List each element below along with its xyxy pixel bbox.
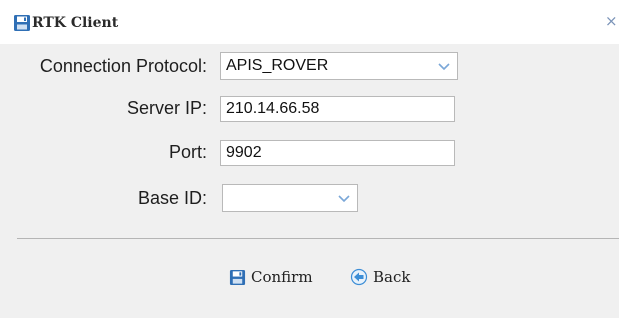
port-value: 9902 bbox=[226, 144, 262, 161]
chevron-down-icon[interactable] bbox=[333, 185, 355, 211]
footer-bar: Confirm Back bbox=[17, 239, 619, 318]
back-arrow-icon bbox=[350, 268, 368, 286]
title-bar[interactable]: RTK Client × bbox=[0, 0, 619, 44]
close-icon[interactable]: × bbox=[605, 11, 619, 31]
port-label: Port: bbox=[168, 142, 207, 162]
base-id-label: Base ID: bbox=[137, 188, 207, 208]
port-field[interactable]: 9902 bbox=[220, 140, 455, 166]
protocol-select[interactable]: APIS_ROVER bbox=[220, 52, 458, 80]
rtk-client-dialog: RTK Client × Connection Protocol: APIS_R… bbox=[0, 0, 619, 318]
confirm-label: Confirm bbox=[251, 268, 313, 286]
confirm-button[interactable]: Confirm bbox=[229, 266, 313, 288]
base-id-select[interactable] bbox=[222, 184, 358, 212]
protocol-row: Connection Protocol: APIS_ROVER bbox=[17, 52, 619, 80]
server-ip-value: 210.14.66.58 bbox=[226, 100, 320, 117]
server-ip-field[interactable]: 210.14.66.58 bbox=[220, 96, 455, 122]
save-icon bbox=[229, 269, 246, 285]
back-label: Back bbox=[373, 268, 411, 286]
server-ip-row: Server IP: 210.14.66.58 bbox=[17, 94, 619, 122]
base-id-row: Base ID: bbox=[17, 184, 619, 212]
protocol-label: Connection Protocol: bbox=[39, 56, 207, 76]
server-ip-label: Server IP: bbox=[126, 98, 207, 118]
chevron-down-icon[interactable] bbox=[433, 53, 455, 79]
window-title: RTK Client bbox=[32, 15, 119, 31]
back-button[interactable]: Back bbox=[350, 266, 410, 288]
protocol-value: APIS_ROVER bbox=[226, 57, 329, 74]
form-area: Connection Protocol: APIS_ROVER Server I… bbox=[17, 44, 619, 236]
save-icon bbox=[14, 15, 30, 31]
port-row: Port: 9902 bbox=[17, 138, 619, 166]
